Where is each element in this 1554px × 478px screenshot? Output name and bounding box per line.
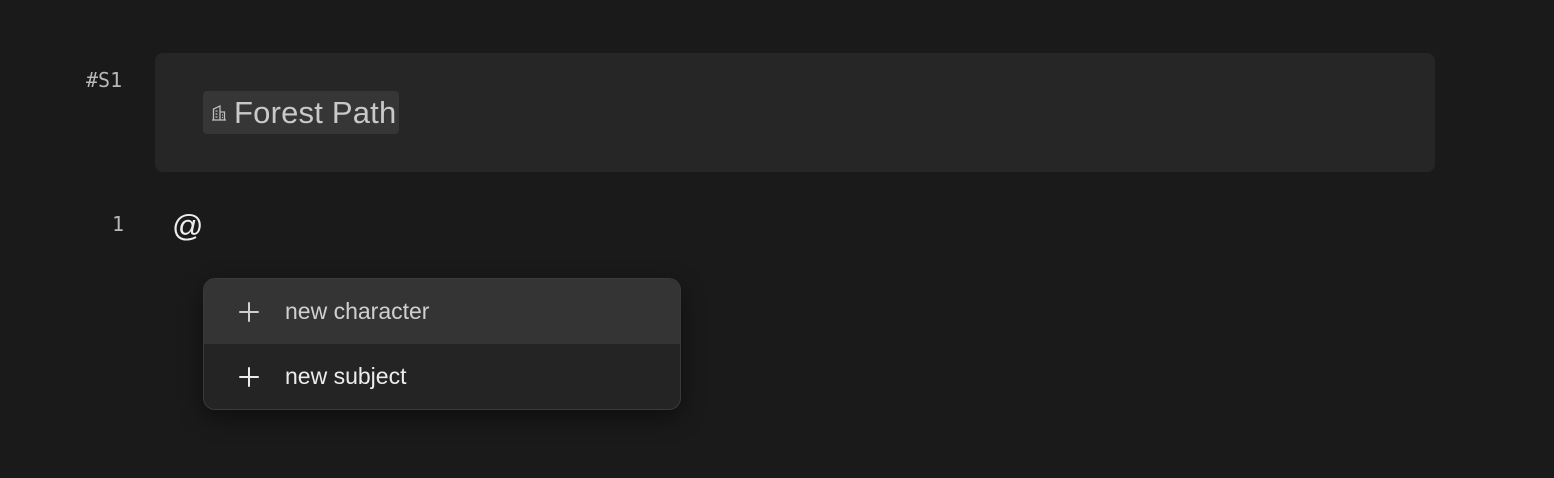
plus-icon	[236, 364, 262, 390]
menu-item-new-character[interactable]: new character	[204, 279, 680, 344]
menu-item-label: new subject	[285, 363, 407, 389]
editor-line-text[interactable]: @	[172, 208, 203, 244]
screenplay-editor: #S1 Forest Path 1 @ new character new su…	[0, 0, 1554, 478]
mention-menu: new character new subject	[203, 278, 681, 410]
line-number: 1	[112, 212, 125, 236]
location-label: Forest Path	[234, 95, 397, 130]
menu-item-label: new character	[285, 298, 430, 324]
menu-item-new-subject[interactable]: new subject	[204, 344, 680, 409]
scene-number: #S1	[86, 68, 123, 92]
scene-heading-card[interactable]: Forest Path	[155, 53, 1435, 172]
building-icon	[203, 91, 234, 134]
plus-icon	[236, 299, 262, 325]
location-chip[interactable]: Forest Path	[203, 91, 400, 134]
